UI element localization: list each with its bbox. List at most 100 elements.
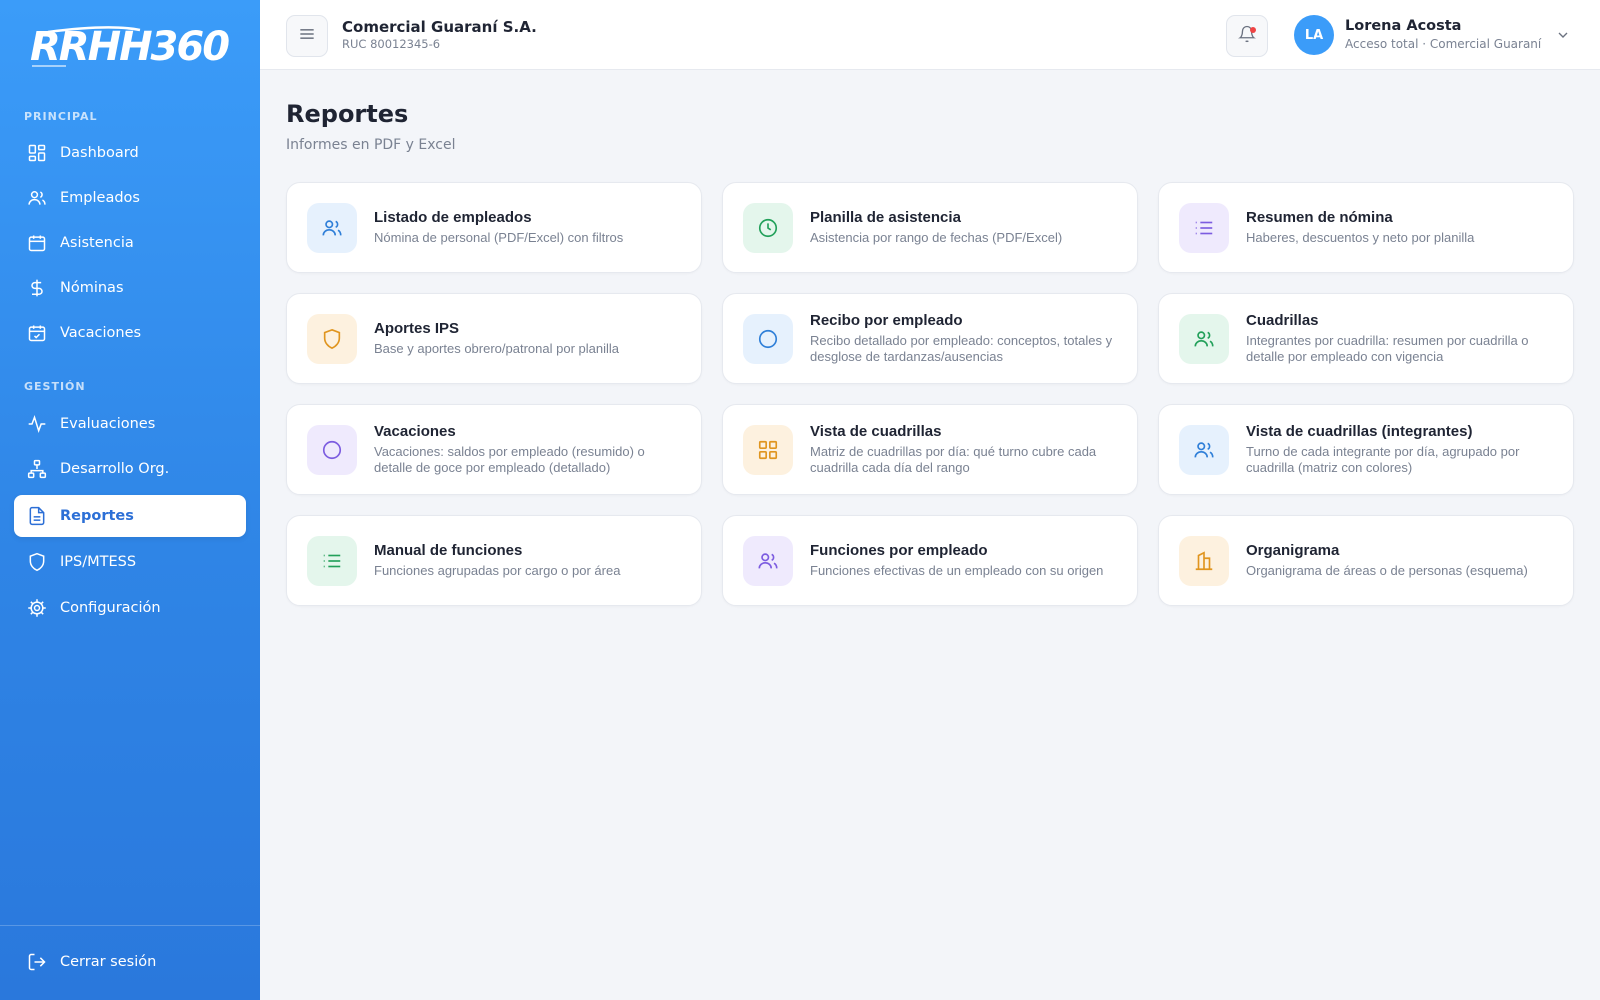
sidebar: RRHH360° PRINCIPAL Dashboard Empleados A… bbox=[0, 0, 260, 1000]
sidebar-item-dashboard[interactable]: Dashboard bbox=[14, 132, 246, 174]
shield-icon bbox=[26, 551, 48, 573]
report-description: Funciones agrupadas por cargo o por área bbox=[374, 563, 621, 578]
sidebar-item-label: Dashboard bbox=[60, 145, 139, 161]
report-title: Organigrama bbox=[1246, 542, 1340, 559]
chevron-down-icon[interactable] bbox=[1555, 27, 1571, 43]
report-description: Asistencia por rango de fechas (PDF/Exce… bbox=[810, 230, 1063, 245]
report-card-recibo-empleado[interactable]: Recibo por empleado Recibo detallado por… bbox=[722, 293, 1138, 384]
users-icon bbox=[1179, 313, 1229, 364]
report-title: Funciones por empleado bbox=[810, 542, 988, 559]
user-name[interactable]: Lorena Acosta bbox=[1345, 18, 1461, 34]
sidebar-item-evaluaciones[interactable]: Evaluaciones bbox=[14, 403, 246, 445]
sidebar-item-nominas[interactable]: Nóminas bbox=[14, 267, 246, 309]
sidebar-item-label: Reportes bbox=[60, 508, 134, 524]
avatar[interactable]: LA bbox=[1294, 15, 1334, 55]
sidebar-item-label: Nóminas bbox=[60, 280, 124, 296]
menu-toggle-button[interactable] bbox=[286, 15, 328, 57]
report-description: Funciones efectivas de un empleado con s… bbox=[810, 563, 1104, 578]
activity-icon bbox=[26, 413, 48, 435]
section-label-gestion: GESTIÓN bbox=[24, 380, 86, 393]
calendar-check-icon bbox=[26, 322, 48, 344]
company-ruc: RUC 80012345-6 bbox=[342, 37, 441, 51]
users-icon bbox=[743, 535, 793, 586]
circle-icon bbox=[307, 424, 357, 475]
sidebar-item-vacaciones[interactable]: Vacaciones bbox=[14, 312, 246, 354]
report-card-cuadrillas[interactable]: Cuadrillas Integrantes por cuadrilla: re… bbox=[1158, 293, 1574, 384]
sidebar-item-empleados[interactable]: Empleados bbox=[14, 177, 246, 219]
sidebar-item-label: Empleados bbox=[60, 190, 140, 206]
hamburger-icon bbox=[297, 24, 317, 48]
users-icon bbox=[1179, 424, 1229, 475]
org-tree-icon bbox=[26, 458, 48, 480]
notification-badge bbox=[1250, 27, 1256, 33]
report-description: Haberes, descuentos y neto por planilla bbox=[1246, 230, 1475, 245]
report-description: Matriz de cuadrillas por día: qué turno … bbox=[810, 444, 1097, 475]
app-logo[interactable]: RRHH360° bbox=[30, 22, 230, 76]
report-title: Recibo por empleado bbox=[810, 312, 963, 329]
file-text-icon bbox=[26, 505, 48, 527]
top-header: Comercial Guaraní S.A. RUC 80012345-6 LA… bbox=[260, 0, 1600, 70]
user-role: Acceso total · Comercial Guaraní bbox=[1345, 37, 1542, 51]
company-name: Comercial Guaraní S.A. bbox=[342, 18, 537, 36]
sidebar-divider bbox=[0, 925, 260, 926]
report-title: Listado de empleados bbox=[374, 209, 532, 226]
report-description: Nómina de personal (PDF/Excel) con filtr… bbox=[374, 230, 624, 245]
users-icon bbox=[307, 202, 357, 253]
sidebar-item-label: Desarrollo Org. bbox=[60, 461, 170, 477]
grid-icon bbox=[26, 142, 48, 164]
report-title: Vacaciones bbox=[374, 423, 456, 440]
report-card-organigrama[interactable]: Organigrama Organigrama de áreas o de pe… bbox=[1158, 515, 1574, 606]
sidebar-item-reportes[interactable]: Reportes bbox=[14, 495, 246, 537]
logout-icon bbox=[26, 951, 48, 973]
sidebar-item-label: Vacaciones bbox=[60, 325, 142, 341]
circle-icon bbox=[743, 313, 793, 364]
sidebar-item-ips-mtess[interactable]: IPS/MTESS bbox=[14, 541, 246, 583]
sidebar-item-label: Configuración bbox=[60, 600, 161, 616]
report-card-funciones-empleado[interactable]: Funciones por empleado Funciones efectiv… bbox=[722, 515, 1138, 606]
report-description: Organigrama de áreas o de personas (esqu… bbox=[1246, 563, 1528, 578]
report-card-manual-funciones[interactable]: Manual de funciones Funciones agrupadas … bbox=[286, 515, 702, 606]
grid-icon bbox=[743, 424, 793, 475]
sidebar-item-label: Asistencia bbox=[60, 235, 134, 251]
sidebar-item-desarrollo-org[interactable]: Desarrollo Org. bbox=[14, 448, 246, 490]
shield-icon bbox=[307, 313, 357, 364]
report-title: Resumen de nómina bbox=[1246, 209, 1393, 226]
clock-icon bbox=[743, 202, 793, 253]
report-description: Recibo detallado por empleado: conceptos… bbox=[810, 333, 1113, 364]
sidebar-item-label: Evaluaciones bbox=[60, 416, 156, 432]
report-title: Cuadrillas bbox=[1246, 312, 1319, 329]
sidebar-item-configuracion[interactable]: Configuración bbox=[14, 587, 246, 629]
list-icon bbox=[1179, 202, 1229, 253]
report-title: Manual de funciones bbox=[374, 542, 523, 559]
calendar-icon bbox=[26, 232, 48, 254]
report-card-vista-cuadrillas-integrantes[interactable]: Vista de cuadrillas (integrantes) Turno … bbox=[1158, 404, 1574, 495]
page-subtitle: Informes en PDF y Excel bbox=[286, 137, 456, 153]
sidebar-item-label: IPS/MTESS bbox=[60, 554, 137, 570]
report-card-vacaciones[interactable]: Vacaciones Vacaciones: saldos por emplea… bbox=[286, 404, 702, 495]
report-card-vista-cuadrillas[interactable]: Vista de cuadrillas Matriz de cuadrillas… bbox=[722, 404, 1138, 495]
dollar-icon bbox=[26, 277, 48, 299]
page-title: Reportes bbox=[286, 100, 409, 128]
report-description: Turno de cada integrante por día, agrupa… bbox=[1246, 444, 1520, 475]
report-grid: Listado de empleados Nómina de personal … bbox=[286, 182, 1574, 606]
notifications-button[interactable] bbox=[1226, 15, 1268, 57]
report-title: Vista de cuadrillas bbox=[810, 423, 942, 440]
report-description: Vacaciones: saldos por empleado (resumid… bbox=[374, 444, 645, 475]
report-title: Vista de cuadrillas (integrantes) bbox=[1246, 423, 1473, 440]
report-description: Integrantes por cuadrilla: resumen por c… bbox=[1246, 333, 1529, 364]
report-card-listado-empleados[interactable]: Listado de empleados Nómina de personal … bbox=[286, 182, 702, 273]
report-title: Aportes IPS bbox=[374, 320, 460, 337]
section-label-principal: PRINCIPAL bbox=[24, 110, 98, 123]
logout-button[interactable]: Cerrar sesión bbox=[14, 941, 246, 983]
users-icon bbox=[26, 187, 48, 209]
report-card-resumen-nomina[interactable]: Resumen de nómina Haberes, descuentos y … bbox=[1158, 182, 1574, 273]
report-description: Base y aportes obrero/patronal por plani… bbox=[374, 341, 619, 356]
report-title: Planilla de asistencia bbox=[810, 209, 961, 226]
list-icon bbox=[307, 535, 357, 586]
building-icon bbox=[1179, 535, 1229, 586]
logout-label: Cerrar sesión bbox=[60, 954, 157, 970]
gear-icon bbox=[26, 597, 48, 619]
sidebar-item-asistencia[interactable]: Asistencia bbox=[14, 222, 246, 264]
report-card-aportes-ips[interactable]: Aportes IPS Base y aportes obrero/patron… bbox=[286, 293, 702, 384]
report-card-planilla-asistencia[interactable]: Planilla de asistencia Asistencia por ra… bbox=[722, 182, 1138, 273]
